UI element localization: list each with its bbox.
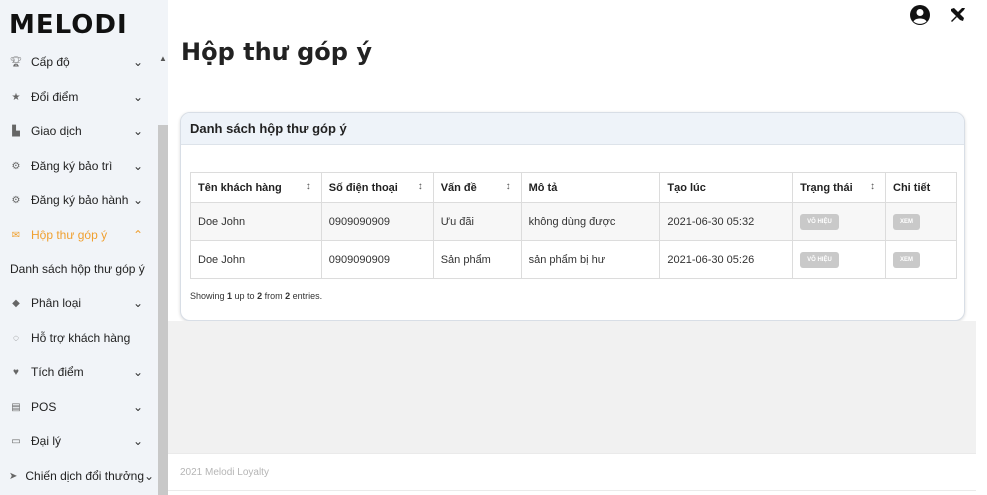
sidebar-item-hop-thu-gop-y[interactable]: ✉ Hộp thư góp ý ⌃ bbox=[0, 222, 155, 248]
chevron-down-icon: ⌄ bbox=[133, 55, 144, 69]
heart-icon: ♥ bbox=[13, 366, 19, 378]
feedback-list-card: Danh sách hộp thư góp ý Tên khách hàng ↕ … bbox=[180, 112, 965, 321]
sidebar-item-chien-dich-doi-thuong[interactable]: ➤ Chiến dịch đổi thưởng ⌄ bbox=[0, 463, 155, 489]
table-header-row: Tên khách hàng ↕ Số điện thoại ↕ Vấn đề ↕ M… bbox=[190, 172, 957, 203]
feedback-table: Tên khách hàng ↕ Số điện thoại ↕ Vấn đề ↕ M… bbox=[190, 172, 957, 279]
sidebar-item-dai-ly[interactable]: ▭ Đại lý ⌄ bbox=[0, 428, 155, 454]
pagination-info: Showing 1 up to 2 from 2 entries. bbox=[190, 291, 323, 301]
tags-icon: ◆ bbox=[12, 297, 20, 309]
status-badge[interactable]: VÔ HIỆU bbox=[800, 251, 839, 268]
column-header-status[interactable]: Trạng thái ↕ bbox=[792, 172, 887, 203]
trophy-icon: 🏆︎ bbox=[9, 56, 23, 68]
chevron-down-icon: ⌄ bbox=[144, 469, 155, 483]
sidebar-item-pos[interactable]: ▤ POS ⌄ bbox=[0, 394, 155, 420]
cell-description: không dùng được bbox=[520, 202, 661, 241]
table-row: Doe John 0909090909 Sản phẩm sản phẩm bị… bbox=[190, 240, 957, 279]
card-title: Danh sách hộp thư góp ý bbox=[181, 113, 964, 145]
sidebar-item-doi-diem[interactable]: ★ Đổi điểm ⌄ bbox=[0, 84, 155, 110]
bottom-divider bbox=[168, 490, 976, 491]
column-header-detail: Chi tiết bbox=[885, 172, 957, 203]
sidebar-item-ho-tro-khach-hang[interactable]: ◌ Hỗ trợ khách hàng bbox=[0, 325, 155, 351]
sidebar-subitem-danh-sach-hop-thu[interactable]: Danh sách hộp thư góp ý bbox=[10, 262, 145, 276]
footer-divider bbox=[168, 453, 976, 454]
sidebar-item-phan-loai[interactable]: ◆ Phân loại ⌄ bbox=[0, 290, 155, 316]
status-badge[interactable]: VÔ HIỆU bbox=[800, 213, 839, 230]
envelope-icon: ✉ bbox=[11, 229, 21, 241]
cell-phone: 0909090909 bbox=[320, 240, 434, 279]
sidebar-item-giao-dich[interactable]: ▙ Giao dịch ⌄ bbox=[0, 118, 155, 144]
view-detail-button[interactable]: XEM bbox=[893, 213, 921, 230]
footer-copyright: 2021 Melodi Loyalty bbox=[180, 467, 269, 478]
cell-status: VÔ HIỆU bbox=[792, 202, 887, 241]
cell-status: VÔ HIỆU bbox=[792, 240, 887, 279]
bag-icon: ▙ bbox=[12, 125, 20, 137]
cogs-icon: ⚙ bbox=[11, 160, 21, 172]
chevron-down-icon: ⌄ bbox=[133, 193, 144, 207]
cell-created: 2021-06-30 05:32 bbox=[659, 202, 794, 241]
sidebar-item-dang-ky-bao-tri[interactable]: ⚙ Đăng ký bảo trì ⌄ bbox=[0, 153, 155, 179]
content-background bbox=[168, 321, 976, 453]
brand-logo[interactable]: MELODI bbox=[9, 10, 128, 40]
cell-detail: XEM bbox=[885, 202, 957, 241]
view-detail-button[interactable]: XEM bbox=[893, 251, 921, 268]
cell-detail: XEM bbox=[885, 240, 957, 279]
sort-icon[interactable]: ↕ bbox=[870, 181, 875, 192]
sort-icon[interactable]: ↕ bbox=[506, 181, 511, 192]
sidebar-item-cap-do[interactable]: 🏆︎ Cấp độ ⌄ bbox=[0, 49, 155, 75]
sort-icon[interactable]: ↕ bbox=[418, 181, 423, 192]
table-row: Doe John 0909090909 Ưu đãi không dùng đư… bbox=[190, 202, 957, 241]
cogs-icon: ⚙ bbox=[11, 194, 21, 206]
chevron-up-icon: ⌃ bbox=[133, 228, 144, 242]
column-header-phone[interactable]: Số điện thoại ↕ bbox=[320, 172, 434, 203]
id-card-icon: ▭ bbox=[11, 435, 21, 447]
scroll-up-arrow-icon[interactable]: ▲ bbox=[159, 54, 167, 63]
chevron-down-icon: ⌄ bbox=[133, 159, 144, 173]
cell-description: sản phẩm bị hư bbox=[520, 240, 661, 279]
receipt-icon: ▤ bbox=[11, 401, 21, 413]
cell-name: Doe John bbox=[190, 240, 322, 279]
column-header-created: Tạo lúc bbox=[659, 172, 794, 203]
column-header-issue[interactable]: Vấn đề ↕ bbox=[432, 172, 522, 203]
page-title: Hộp thư góp ý bbox=[181, 38, 372, 66]
sidebar-scrollbar-thumb[interactable] bbox=[158, 125, 168, 495]
sidebar-item-tich-diem[interactable]: ♥ Tích điểm ⌄ bbox=[0, 359, 155, 385]
cell-issue: Ưu đãi bbox=[432, 202, 522, 241]
chevron-down-icon: ⌄ bbox=[133, 90, 144, 104]
chevron-down-icon: ⌄ bbox=[133, 400, 144, 414]
cell-issue: Sản phẩm bbox=[432, 240, 522, 279]
send-icon: ➤ bbox=[9, 470, 18, 482]
cell-phone: 0909090909 bbox=[320, 202, 434, 241]
column-header-description: Mô tả bbox=[520, 172, 661, 203]
chevron-down-icon: ⌄ bbox=[133, 365, 144, 379]
sidebar: MELODI 🏆︎ Cấp độ ⌄ ★ Đổi điểm ⌄ ▙ Giao d… bbox=[0, 0, 168, 495]
tools-icon[interactable] bbox=[947, 4, 969, 26]
column-header-name[interactable]: Tên khách hàng ↕ bbox=[190, 172, 322, 203]
sidebar-item-dang-ky-bao-hanh[interactable]: ⚙ Đăng ký bảo hành ⌄ bbox=[0, 187, 155, 213]
user-account-icon[interactable] bbox=[909, 4, 931, 26]
sort-icon[interactable]: ↕ bbox=[306, 181, 311, 192]
star-icon: ★ bbox=[11, 91, 21, 103]
comments-icon: ◌ bbox=[13, 332, 19, 344]
chevron-down-icon: ⌄ bbox=[133, 296, 144, 310]
cell-created: 2021-06-30 05:26 bbox=[659, 240, 794, 279]
cell-name: Doe John bbox=[190, 202, 322, 241]
chevron-down-icon: ⌄ bbox=[133, 124, 144, 138]
chevron-down-icon: ⌄ bbox=[133, 434, 144, 448]
